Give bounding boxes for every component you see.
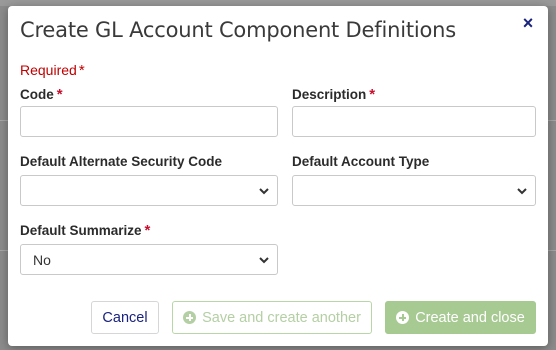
code-input[interactable] bbox=[20, 106, 278, 137]
description-input[interactable] bbox=[292, 106, 536, 137]
create-and-close-label: Create and close bbox=[415, 309, 525, 326]
alternate-security-code-select[interactable] bbox=[20, 175, 278, 206]
plus-circle-icon bbox=[396, 311, 410, 324]
chevron-down-icon bbox=[259, 257, 269, 264]
description-label-text: Description bbox=[292, 87, 367, 102]
code-label: Code * bbox=[20, 86, 63, 103]
plus-circle-icon bbox=[183, 311, 197, 324]
code-label-text: Code bbox=[20, 87, 54, 102]
description-label: Description * bbox=[292, 86, 375, 103]
summarize-select[interactable]: No bbox=[20, 244, 278, 275]
summarize-label: Default Summarize * bbox=[20, 222, 150, 239]
account-type-label: Default Account Type bbox=[292, 154, 430, 169]
save-and-create-another-label: Save and create another bbox=[202, 309, 361, 326]
chevron-down-icon bbox=[517, 188, 527, 195]
summarize-label-text: Default Summarize bbox=[20, 223, 142, 238]
required-star: * bbox=[78, 62, 85, 79]
required-note-text: Required bbox=[20, 62, 77, 78]
alternate-security-code-label: Default Alternate Security Code bbox=[20, 154, 223, 169]
close-icon[interactable]: × bbox=[520, 14, 536, 32]
required-star: * bbox=[144, 222, 151, 239]
create-gl-account-dialog: Create GL Account Component Definitions … bbox=[8, 6, 548, 346]
required-note: Required * bbox=[20, 62, 85, 79]
summarize-value: No bbox=[33, 251, 51, 268]
dialog-title: Create GL Account Component Definitions bbox=[20, 18, 456, 42]
save-and-create-another-button[interactable]: Save and create another bbox=[172, 301, 372, 334]
chevron-down-icon bbox=[259, 188, 269, 195]
create-and-close-button[interactable]: Create and close bbox=[385, 301, 536, 334]
required-star: * bbox=[369, 86, 376, 103]
account-type-select[interactable] bbox=[292, 175, 536, 206]
required-star: * bbox=[56, 86, 63, 103]
cancel-button[interactable]: Cancel bbox=[91, 301, 159, 334]
